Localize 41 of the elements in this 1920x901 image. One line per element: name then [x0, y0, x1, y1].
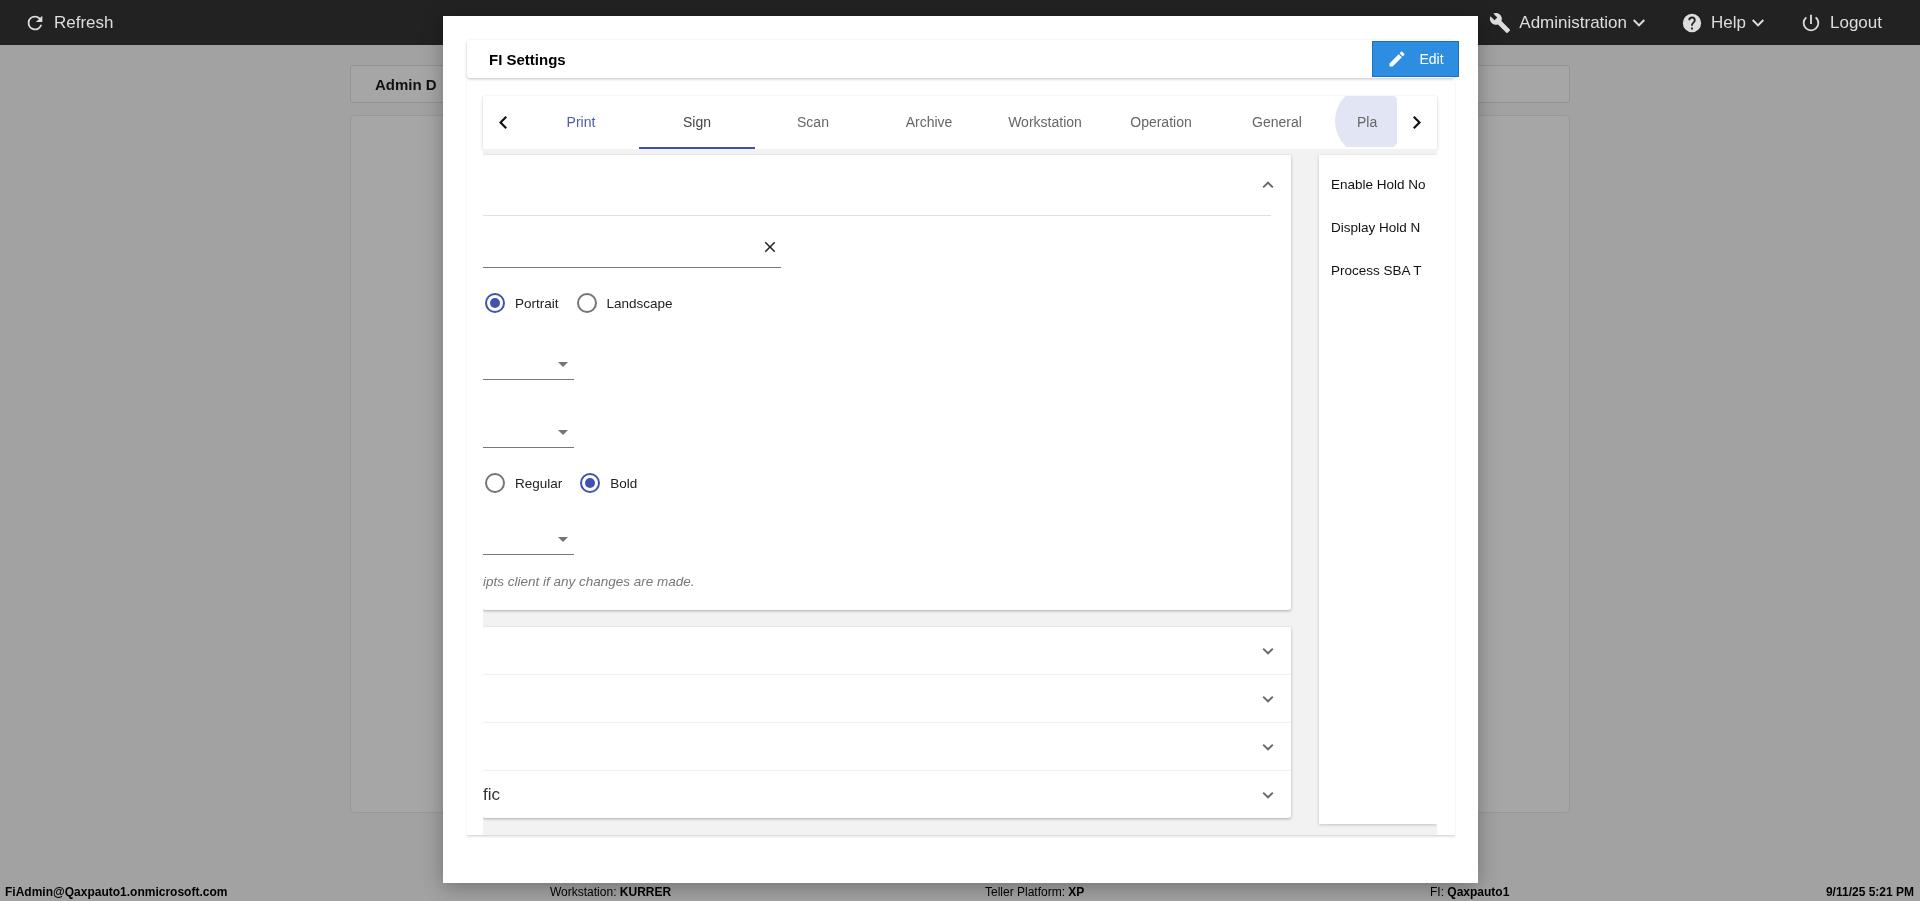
panel-title: fic: [483, 784, 500, 805]
radio-button[interactable]: [580, 473, 601, 493]
edit-button[interactable]: Edit: [1372, 41, 1459, 77]
hint-text: ipts client if any changes are made.: [483, 574, 695, 589]
tab[interactable]: Print: [523, 96, 639, 149]
help-icon: [1681, 11, 1704, 34]
menu-button[interactable]: Help: [1681, 11, 1764, 34]
radio-button[interactable]: [576, 293, 597, 313]
caret-icon: [558, 361, 568, 367]
tab[interactable]: Archive: [871, 96, 987, 149]
chevron-left-icon: [499, 116, 507, 129]
date-time: 9/11/25 5:21 PM: [1825, 885, 1914, 899]
menu-button[interactable]: Administration: [1489, 11, 1646, 34]
chevron-down-icon: [1633, 18, 1646, 27]
tab[interactable]: Operation: [1103, 96, 1219, 149]
option-label: Process SBA T: [1331, 263, 1423, 278]
chevron-right-icon: [1413, 116, 1421, 129]
fi-info: FI: Qaxpauto1: [1430, 885, 1511, 899]
option-label: Enable Hold No: [1331, 177, 1427, 192]
tab[interactable]: Workstation: [987, 96, 1103, 149]
tab[interactable]: General: [1219, 96, 1335, 149]
radio-label: Portrait: [515, 295, 559, 311]
dialog-title: FI Settings: [489, 50, 566, 68]
radio-button[interactable]: [485, 293, 505, 313]
radio-button[interactable]: [485, 473, 505, 493]
platform-info: Teller Platform: XP: [985, 885, 1086, 899]
tab[interactable]: Scan: [755, 96, 871, 149]
refresh-button[interactable]: Refresh: [24, 11, 114, 34]
tab[interactable]: Pla: [1335, 96, 1397, 149]
caret-icon: [558, 536, 568, 542]
user-email: FiAdmin@Qaxpauto1.onmicrosoft.com: [5, 885, 229, 899]
card-title: Admin D: [375, 75, 437, 93]
radio-label: Regular: [515, 475, 563, 491]
chevron-down-icon: [1752, 18, 1764, 27]
radio-label: Bold: [610, 475, 638, 491]
caret-icon: [558, 429, 568, 435]
radio-label: Landscape: [606, 295, 673, 311]
menu-button[interactable]: Logout: [1800, 11, 1882, 34]
option-label: Display Hold N: [1331, 220, 1422, 235]
wrench-icon: [1489, 11, 1512, 34]
workstation-info: Workstation: KURRER: [550, 885, 673, 899]
